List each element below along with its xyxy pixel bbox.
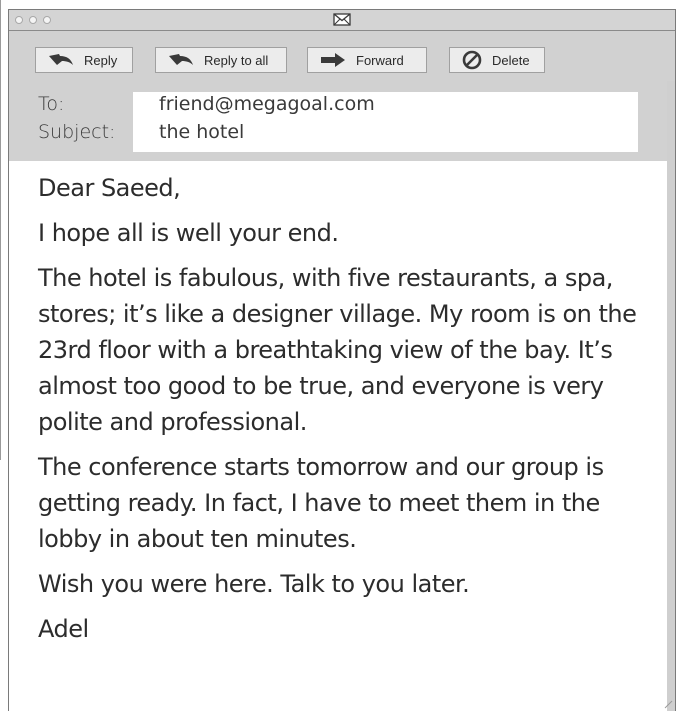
reply-all-button-label: Reply to all	[204, 52, 269, 68]
closing-line: Wish you were here. Talk to you later.	[38, 570, 470, 598]
reply-all-arrow-icon	[169, 54, 193, 65]
to-field[interactable]: friend@megagoal.com	[159, 93, 375, 115]
greeting: Dear Saeed,	[38, 174, 181, 202]
body-paragraph-1: The hotel is fabulous, with five restaur…	[38, 264, 637, 436]
subject-label: Subject:	[38, 121, 116, 143]
resize-grip-icon[interactable]	[663, 699, 673, 709]
forward-arrow-icon	[321, 53, 345, 67]
close-window-button[interactable]	[15, 16, 23, 24]
to-label: To:	[38, 93, 65, 115]
window-controls	[15, 16, 51, 24]
reply-button-label: Reply	[84, 52, 118, 68]
vertical-scrollbar[interactable]	[667, 81, 675, 711]
delete-button-label: Delete	[492, 52, 530, 68]
message-headers: To: friend@megagoal.com Subject: the hot…	[9, 81, 669, 161]
signature: Adel	[38, 615, 89, 643]
toolbar: Reply Reply to all Forward Delete	[9, 31, 675, 82]
email-window: Reply Reply to all Forward Delete To: fr…	[8, 9, 676, 711]
message-body[interactable]: Dear Saeed, I hope all is well your end.…	[38, 170, 638, 656]
body-paragraph-2: The conference starts tomorrow and our g…	[38, 453, 604, 553]
reply-all-button[interactable]: Reply to all	[155, 47, 287, 73]
title-bar[interactable]	[9, 10, 675, 31]
zoom-window-button[interactable]	[43, 16, 51, 24]
minimize-window-button[interactable]	[29, 16, 37, 24]
forward-button[interactable]: Forward	[307, 47, 427, 73]
subject-field[interactable]: the hotel	[159, 121, 244, 143]
body-line-1: I hope all is well your end.	[38, 219, 339, 247]
envelope-icon	[333, 13, 351, 26]
delete-button[interactable]: Delete	[449, 47, 545, 73]
reply-button[interactable]: Reply	[35, 47, 133, 73]
reply-arrow-icon	[49, 54, 73, 65]
forward-button-label: Forward	[356, 52, 404, 68]
no-entry-icon	[462, 50, 482, 70]
